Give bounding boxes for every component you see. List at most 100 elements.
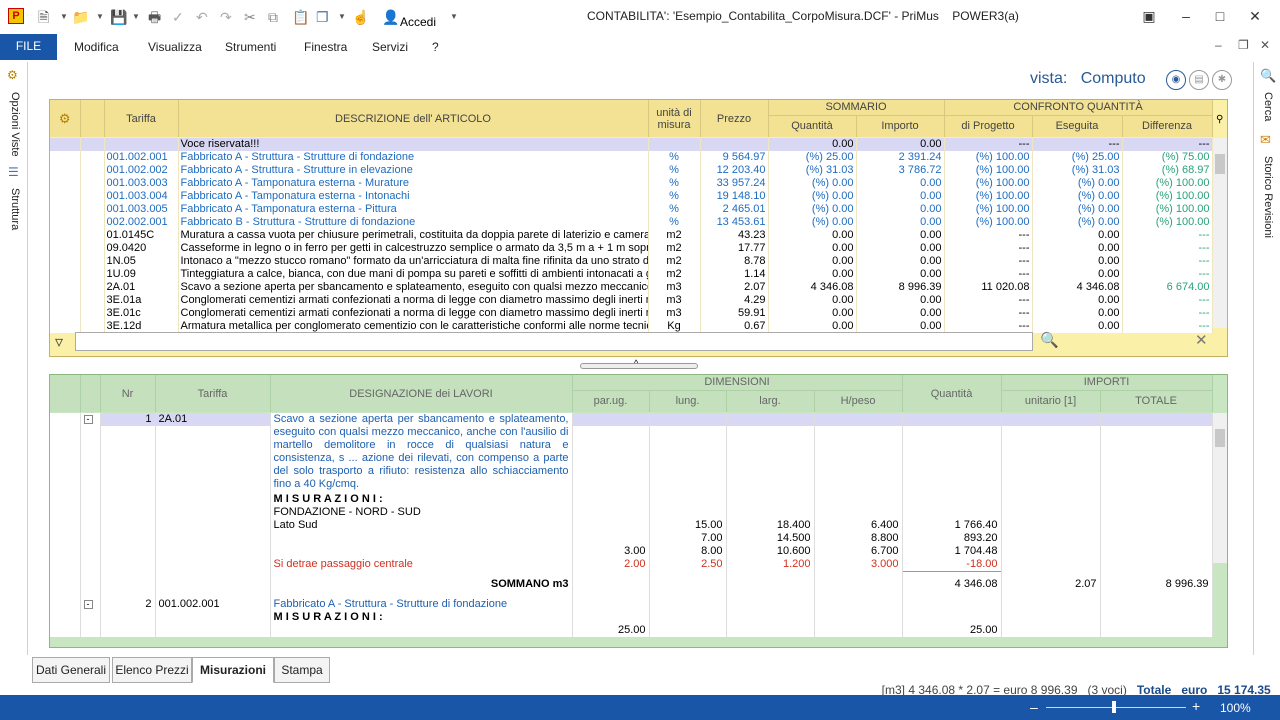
settings-icon[interactable]: ⚙ [50,100,81,137]
sommano-row[interactable]: SOMMANO m3 4 346.08 2.07 8 996.39 [50,571,1213,598]
col-designazione[interactable]: DESIGNAZIONE dei LAVORI [270,375,573,412]
table-row[interactable]: 1N.05 Intonaco a "mezzo stucco romano" fo… [50,255,1213,268]
col-quantita-misure[interactable]: Quantità [902,375,1002,412]
maximize-icon[interactable]: □ [1210,8,1230,24]
tab-storico-revisioni[interactable]: Storico Revisioni [1262,156,1274,238]
new-file-icon[interactable]: 🗎 [38,9,49,25]
pin-icon[interactable]: ⚲ [1216,114,1223,125]
table-row[interactable]: 001.003.004 Fabbricato A - Tamponatura es… [50,190,1213,203]
save-icon[interactable]: 💾 [110,9,127,25]
zoom-out-icon[interactable]: – [1030,699,1038,715]
table-row[interactable]: 09.0420 Casseforme in legno o in ferro pe… [50,242,1213,255]
col-eseguita[interactable]: Eseguita [1032,115,1123,137]
tab-cerca[interactable]: Cerca [1262,92,1274,121]
col-hpeso[interactable]: H/peso [814,390,903,412]
col-progetto[interactable]: di Progetto [944,115,1033,137]
menu-help[interactable]: ? [432,40,439,54]
dropdown-icon[interactable]: ▼ [60,9,68,25]
measurement-row[interactable]: Lato Sud 15.00 18.400 6.400 1 766.40 [50,519,1213,532]
mdi-close-icon[interactable]: ✕ [1260,38,1270,52]
table-row[interactable]: - 2 001.002.001 Fabbricato A - Struttura… [50,597,1213,611]
tab-dati-generali[interactable]: Dati Generali [32,657,110,683]
col-differenza[interactable]: Differenza [1122,115,1213,137]
tools-icon[interactable]: ✱ [1212,70,1232,90]
col-lung[interactable]: lung. [649,390,727,412]
table-row[interactable]: 3E.01a Conglomerati cementizi armati conf… [50,294,1213,307]
customize-icon[interactable]: ▼ [450,9,458,25]
menu-modifica[interactable]: Modifica [74,40,119,54]
struttura-icon[interactable]: ☰ [8,165,19,179]
close-icon[interactable]: ✕ [1245,8,1265,25]
storico-revisioni-icon[interactable]: ✉ [1260,132,1271,148]
col-quantita[interactable]: Quantità [768,115,857,137]
file-menu-button[interactable]: FILE [0,34,57,60]
restore-ribbon-icon[interactable]: ▣ [1139,8,1159,25]
table-row[interactable]: 001.003.003 Fabbricato A - Tamponatura es… [50,177,1213,190]
menu-finestra[interactable]: Finestra [304,40,347,54]
zoom-in-icon[interactable]: + [1192,698,1200,714]
scroll-thumb[interactable] [1215,429,1225,447]
collapse-icon[interactable]: - [80,413,101,427]
col-importo[interactable]: Importo [856,115,945,137]
eye-icon[interactable]: ◉ [1166,70,1186,90]
open-folder-icon[interactable]: 📁 [72,9,89,25]
dropdown-icon[interactable]: ▼ [338,9,346,25]
measurement-row[interactable]: FONDAZIONE - NORD - SUD [50,506,1213,519]
col-parug[interactable]: par.ug. [572,390,650,412]
print-icon[interactable]: 🖶 [148,9,161,25]
copy-icon[interactable]: ⧉ [268,9,278,25]
menu-strumenti[interactable]: Strumenti [225,40,276,54]
table-row[interactable]: 002.002.001 Fabbricato B - Struttura - St… [50,216,1213,229]
minimize-icon[interactable]: – [1176,8,1196,24]
paste-icon[interactable]: 📋 [292,9,309,25]
table-row[interactable]: 01.0145C Muratura a cassa vuota per chius… [50,229,1213,242]
dropdown-icon[interactable]: ▼ [96,9,104,25]
col-nr[interactable]: Nr [100,375,156,412]
col-prezzo[interactable]: Prezzo [700,100,769,137]
filter-input[interactable] [75,332,1033,351]
table-row[interactable]: 001.002.002 Fabbricato A - Struttura - St… [50,164,1213,177]
panel-splitter[interactable]: ^ [580,358,698,369]
col-descrizione[interactable]: DESCRIZIONE dell' ARTICOLO [178,100,649,137]
mdi-minimize-icon[interactable]: – [1215,38,1222,52]
touch-icon[interactable]: ☝ [352,9,369,25]
undo-icon[interactable]: ↶ [196,9,208,25]
cerca-icon[interactable]: 🔍 [1260,68,1276,84]
table-row[interactable]: 2A.01 Scavo a sezione aperta per sbancame… [50,281,1213,294]
top-grid-scrollbar[interactable] [1213,138,1227,328]
tab-opzioni-viste[interactable]: Opzioni Viste [9,92,21,157]
menu-servizi[interactable]: Servizi [372,40,408,54]
measurement-row[interactable]: 7.00 14.500 8.800 893.20 [50,532,1213,545]
col-totale[interactable]: TOTALE [1100,390,1213,412]
collapse-icon[interactable]: - [80,597,101,611]
spellcheck-icon[interactable]: ✓ [172,9,184,25]
tab-stampa[interactable]: Stampa [274,657,330,683]
printer-view-icon[interactable]: ▤ [1189,70,1209,90]
redo-icon[interactable]: ↷ [220,9,232,25]
mdi-restore-icon[interactable]: ❐ [1238,38,1249,52]
scroll-thumb[interactable] [1215,154,1225,174]
filter-icon[interactable]: ▿ [55,332,63,352]
tab-struttura[interactable]: Struttura [9,188,21,230]
bottom-grid-scrollbar[interactable] [1213,413,1227,563]
cut-icon[interactable]: ✂ [244,9,256,25]
col-larg[interactable]: larg. [726,390,815,412]
dropdown-icon[interactable]: ▼ [132,9,140,25]
zoom-slider-thumb[interactable] [1112,701,1116,713]
vista-value[interactable]: Computo [1081,70,1146,87]
table-row[interactable]: 3E.01c Conglomerati cementizi armati conf… [50,307,1213,320]
opzioni-viste-icon[interactable]: ⚙ [7,68,18,82]
table-row[interactable]: - 1 2A.01 Scavo a sezione aperta per sba… [50,413,1213,493]
collapse-up-icon[interactable]: ^ [634,358,638,368]
accedi-button[interactable]: Accedi [400,15,436,29]
table-row[interactable]: 1U.09 Tinteggiatura a calce, bianca, con … [50,268,1213,281]
table-row[interactable]: 001.002.001 Fabbricato A - Struttura - St… [50,151,1213,164]
tab-elenco-prezzi[interactable]: Elenco Prezzi [112,657,192,683]
col-tariffa-misure[interactable]: Tariffa [155,375,271,412]
tab-misurazioni[interactable]: Misurazioni [192,657,274,683]
menu-visualizza[interactable]: Visualizza [148,40,202,54]
measurement-row[interactable]: 3.00 8.00 10.600 6.700 1 704.48 [50,545,1213,558]
col-tariffa[interactable]: Tariffa [104,100,179,137]
user-icon[interactable]: 👤 [382,9,399,25]
col-unita[interactable]: unità di misura [648,100,701,137]
